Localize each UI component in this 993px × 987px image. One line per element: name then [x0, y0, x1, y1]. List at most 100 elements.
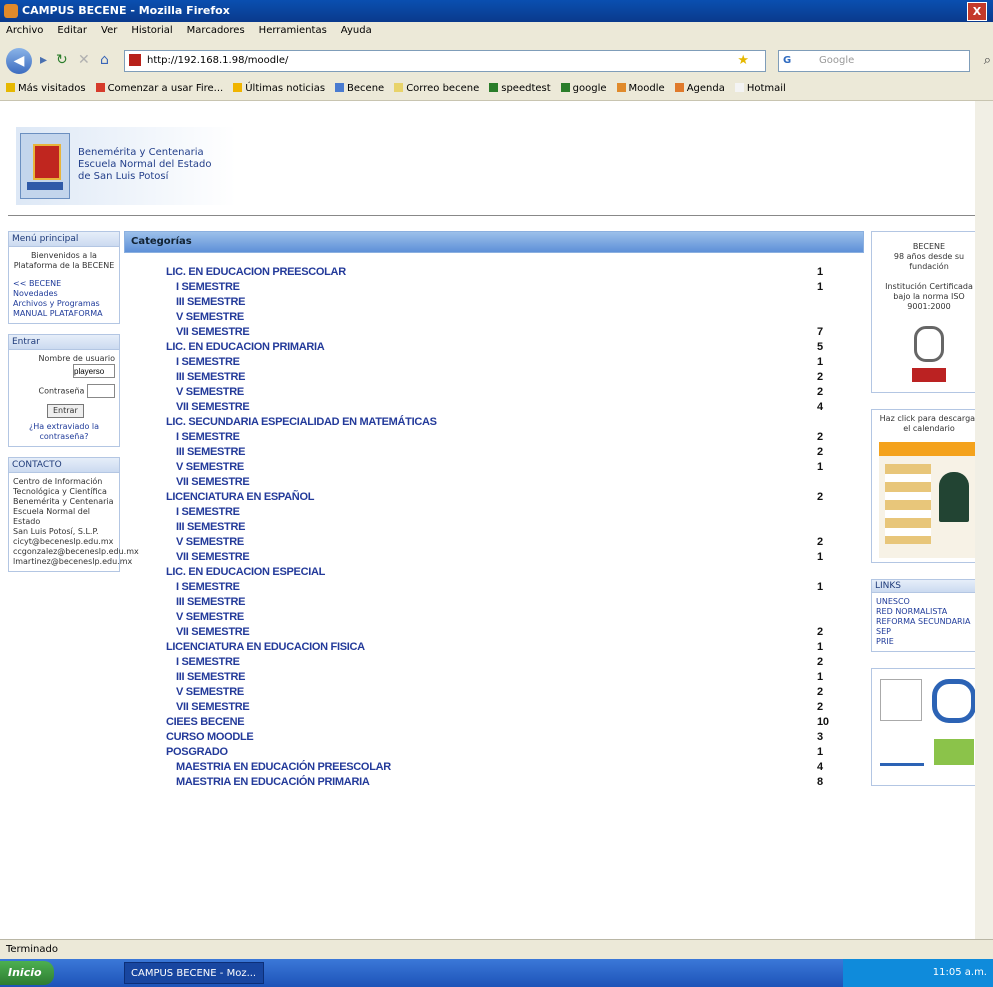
external-link[interactable]: REFORMA SECUNDARIA — [876, 617, 982, 627]
login-button[interactable]: Entrar — [47, 404, 84, 418]
bookmark-item[interactable]: google — [560, 83, 607, 94]
links-title: LINKS — [872, 580, 986, 593]
forward-button[interactable]: ▸ — [40, 52, 47, 68]
category-link[interactable]: VII SEMESTRE — [176, 476, 250, 488]
vertical-scrollbar[interactable] — [975, 101, 993, 939]
menu-item[interactable]: Editar — [57, 25, 87, 36]
course-count: 4 — [817, 401, 823, 413]
bookmark-star-icon[interactable]: ★ — [737, 53, 749, 68]
category-link[interactable]: I SEMESTRE — [176, 656, 240, 668]
start-button[interactable]: Inicio — [0, 961, 54, 985]
category-link[interactable]: III SEMESTRE — [176, 596, 245, 608]
main-menu-link[interactable]: Novedades — [13, 289, 115, 299]
category-link[interactable]: VII SEMESTRE — [176, 551, 250, 563]
bookmark-label: Moodle — [628, 83, 665, 94]
bookmark-item[interactable]: Más visitados — [6, 83, 86, 94]
iso-seal-icon — [914, 326, 944, 362]
search-input[interactable]: G Google ⌕ — [778, 50, 991, 72]
forgot-password-link[interactable]: ¿Ha extraviado la contraseña? — [13, 422, 115, 442]
category-link[interactable]: VII SEMESTRE — [176, 626, 250, 638]
username-field[interactable] — [73, 364, 115, 378]
category-link[interactable]: I SEMESTRE — [176, 431, 240, 443]
bookmark-item[interactable]: Correo becene — [394, 83, 479, 94]
main-menu-link[interactable]: MANUAL PLATAFORMA — [13, 309, 115, 319]
category-link[interactable]: LIC. EN EDUCACION PREESCOLAR — [166, 266, 346, 278]
category-link[interactable]: CURSO MOODLE — [166, 731, 254, 743]
calendar-link[interactable]: Haz click para descargar el calendario — [876, 414, 982, 434]
bookmark-item[interactable]: speedtest — [489, 83, 551, 94]
ilce-logo-icon[interactable] — [932, 679, 976, 723]
menu-item[interactable]: Ver — [101, 25, 117, 36]
contact-line[interactable]: cicyt@beceneslp.edu.mx — [13, 537, 115, 547]
bookmark-item[interactable]: Agenda — [674, 83, 725, 94]
category-link[interactable]: VII SEMESTRE — [176, 701, 250, 713]
menu-item[interactable]: Archivo — [6, 25, 43, 36]
category-link[interactable]: III SEMESTRE — [176, 446, 245, 458]
category-link[interactable]: LICENCIATURA EN ESPAÑOL — [166, 491, 314, 503]
category-link[interactable]: V SEMESTRE — [176, 536, 244, 548]
home-button[interactable]: ⌂ — [100, 52, 109, 68]
bookmark-item[interactable]: Hotmail — [734, 83, 786, 94]
category-link[interactable]: V SEMESTRE — [176, 311, 244, 323]
close-button[interactable]: X — [967, 2, 987, 21]
stop-button[interactable]: ✕ — [78, 52, 90, 68]
partner-logo-a-icon[interactable] — [880, 679, 922, 721]
left-column: Menú principal Bienvenidos a la Platafor… — [8, 231, 139, 582]
taskbar-firefox-window[interactable]: CAMPUS BECENE - Moz... — [124, 962, 264, 984]
category-link[interactable]: VII SEMESTRE — [176, 326, 250, 338]
category-link[interactable]: I SEMESTRE — [176, 506, 240, 518]
category-link[interactable]: III SEMESTRE — [176, 296, 245, 308]
category-link[interactable]: V SEMESTRE — [176, 461, 244, 473]
main-menu-link[interactable]: Archivos y Programas — [13, 299, 115, 309]
category-link[interactable]: V SEMESTRE — [176, 386, 244, 398]
category-link[interactable]: III SEMESTRE — [176, 371, 245, 383]
category-link[interactable]: LICENCIATURA EN EDUCACION FISICA — [166, 641, 365, 653]
edusat-logo-icon[interactable] — [880, 733, 924, 766]
category-link[interactable]: I SEMESTRE — [176, 581, 240, 593]
system-tray-clock: 11:05 a.m. — [843, 959, 993, 987]
menu-item[interactable]: Ayuda — [341, 25, 372, 36]
password-field[interactable] — [87, 384, 115, 398]
category-link[interactable]: VII SEMESTRE — [176, 401, 250, 413]
bookmark-item[interactable]: Becene — [335, 83, 384, 94]
category-link[interactable]: III SEMESTRE — [176, 671, 245, 683]
search-icon[interactable]: ⌕ — [984, 53, 991, 68]
course-count: 1 — [817, 266, 823, 278]
search-placeholder: Google — [819, 55, 855, 66]
main-menu-link[interactable]: << BECENE — [13, 279, 115, 289]
search-engine-icon[interactable]: G — [783, 55, 791, 66]
bookmark-item[interactable]: Últimas noticias — [233, 83, 325, 94]
back-button[interactable]: ◀ — [6, 48, 32, 74]
category-link[interactable]: CIEES BECENE — [166, 716, 245, 728]
category-link[interactable]: LIC. SECUNDARIA ESPECIALIDAD EN MATEMÁTI… — [166, 416, 437, 428]
external-link[interactable]: PRIE — [876, 637, 982, 647]
contact-line[interactable]: lmartinez@beceneslp.edu.mx — [13, 557, 132, 567]
contact-line[interactable]: ccgonzalez@beceneslp.edu.mx — [13, 547, 139, 557]
bookmark-item[interactable]: Comenzar a usar Fire... — [95, 83, 223, 94]
category-link[interactable]: V SEMESTRE — [176, 686, 244, 698]
category-link[interactable]: LIC. EN EDUCACION ESPECIAL — [166, 566, 325, 578]
category-link[interactable]: MAESTRIA EN EDUCACIÓN PRIMARIA — [176, 776, 370, 788]
reload-button[interactable]: ↻ — [56, 52, 68, 68]
bookmark-item[interactable]: Moodle — [616, 83, 665, 94]
category-link[interactable]: V SEMESTRE — [176, 611, 244, 623]
category-link[interactable]: I SEMESTRE — [176, 281, 240, 293]
external-link[interactable]: UNESCO — [876, 597, 982, 607]
url-bar[interactable]: http://192.168.1.98/moodle/ ★ — [124, 50, 766, 72]
external-link[interactable]: RED NORMALISTA — [876, 607, 982, 617]
partner-logo-d-icon[interactable] — [934, 739, 974, 765]
category-link[interactable]: III SEMESTRE — [176, 521, 245, 533]
category-row: V SEMESTRE — [124, 311, 864, 326]
category-link[interactable]: POSGRADO — [166, 746, 228, 758]
category-row: MAESTRIA EN EDUCACIÓN PREESCOLAR 4 — [124, 761, 864, 776]
category-row: V SEMESTRE 2 — [124, 686, 864, 701]
menu-item[interactable]: Herramientas — [259, 25, 327, 36]
calendar-image[interactable] — [879, 442, 979, 558]
external-link[interactable]: SEP — [876, 627, 982, 637]
site-logo[interactable]: Benemérita y Centenaria Escuela Normal d… — [16, 127, 236, 205]
category-link[interactable]: LIC. EN EDUCACION PRIMARIA — [166, 341, 325, 353]
category-link[interactable]: I SEMESTRE — [176, 356, 240, 368]
menu-item[interactable]: Marcadores — [187, 25, 245, 36]
menu-item[interactable]: Historial — [131, 25, 172, 36]
category-link[interactable]: MAESTRIA EN EDUCACIÓN PREESCOLAR — [176, 761, 391, 773]
